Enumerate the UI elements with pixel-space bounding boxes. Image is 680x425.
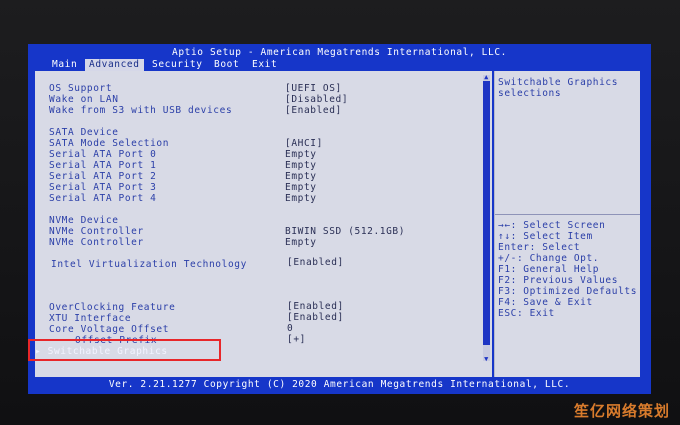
key-hint-enter: Enter: Select (498, 242, 581, 253)
setting-value-nvme-controller-1: BIWIN SSD (512.1GB) (285, 226, 406, 237)
setting-label-sata-port-0: Serial ATA Port 0 (49, 149, 157, 160)
help-panel: Switchable Graphics selections →←: Selec… (494, 71, 640, 377)
tab-boot[interactable]: Boot (210, 59, 243, 71)
tab-main[interactable]: Main (48, 59, 81, 71)
section-header-sata-device: SATA Device (49, 127, 119, 138)
help-description-line-2: selections (498, 88, 562, 99)
setting-value-nvme-controller-2: Empty (285, 237, 317, 248)
setting-value-intel-virtualization[interactable]: [Enabled] (287, 257, 344, 268)
setting-label-sata-port-1: Serial ATA Port 1 (49, 160, 157, 171)
scroll-down-arrow-icon[interactable]: ▼ (481, 355, 492, 364)
setting-value-os-support[interactable]: [UEFI OS] (285, 83, 342, 94)
tab-security[interactable]: Security (148, 59, 207, 71)
setting-value-sata-port-1: Empty (285, 160, 317, 171)
help-description-line-1: Switchable Graphics (498, 77, 619, 88)
key-hint-change-opt: +/-: Change Opt. (498, 253, 600, 264)
setting-value-wake-on-lan[interactable]: [Disabled] (285, 94, 348, 105)
key-hint-general-help: F1: General Help (498, 264, 600, 275)
setting-value-sata-port-3: Empty (285, 182, 317, 193)
setting-label-nvme-controller-1: NVMe Controller (49, 226, 144, 237)
setting-label-xtu-interface[interactable]: XTU Interface (49, 313, 131, 324)
setting-value-xtu-interface[interactable]: [Enabled] (287, 312, 344, 323)
setting-label-overclocking[interactable]: OverClocking Feature (49, 302, 175, 313)
tab-exit[interactable]: Exit (248, 59, 281, 71)
setting-value-sata-port-2: Empty (285, 171, 317, 182)
watermark-logo: 笙亿网络策划 (573, 402, 670, 420)
key-hint-select-item: ↑↓: Select Item (498, 231, 593, 242)
help-divider (495, 214, 640, 215)
setting-label-intel-virtualization[interactable]: Intel Virtualization Technology (51, 259, 247, 270)
setting-label-os-support[interactable]: OS Support (49, 83, 112, 94)
scrollbar-thumb[interactable] (483, 81, 490, 345)
setting-value-sata-port-4: Empty (285, 193, 317, 204)
setting-value-sata-port-0: Empty (285, 149, 317, 160)
bios-footer: Ver. 2.21.1277 Copyright (C) 2020 Americ… (108, 379, 571, 390)
setting-value-sata-mode[interactable]: [AHCI] (285, 138, 323, 149)
key-hint-select-screen: →←: Select Screen (498, 220, 606, 231)
setting-label-nvme-controller-2: NVMe Controller (49, 237, 144, 248)
setting-label-wake-on-lan[interactable]: Wake on LAN (49, 94, 119, 105)
tab-advanced[interactable]: Advanced (85, 59, 144, 71)
key-hint-previous-values: F2: Previous Values (498, 275, 619, 286)
setting-value-wake-from-s3[interactable]: [Enabled] (285, 105, 342, 116)
key-hint-save-exit: F4: Save & Exit (498, 297, 593, 308)
setting-value-core-voltage-offset[interactable]: 0 (287, 323, 293, 334)
bios-title: Aptio Setup - American Megatrends Intern… (172, 47, 507, 58)
setting-value-offset-prefix[interactable]: [+] (287, 334, 306, 345)
selection-highlight-box (28, 339, 221, 361)
setting-label-sata-port-2: Serial ATA Port 2 (49, 171, 157, 182)
bios-screen: Aptio Setup - American Megatrends Intern… (28, 44, 651, 394)
setting-label-sata-mode[interactable]: SATA Mode Selection (49, 138, 169, 149)
key-hint-esc-exit: ESC: Exit (498, 308, 555, 319)
setting-label-wake-from-s3[interactable]: Wake from S3 with USB devices (49, 105, 232, 116)
setting-label-sata-port-4: Serial ATA Port 4 (49, 193, 157, 204)
key-hint-optimized-defaults: F3: Optimized Defaults (498, 286, 638, 297)
scroll-up-arrow-icon[interactable]: ▲ (481, 73, 492, 82)
setting-label-core-voltage-offset[interactable]: Core Voltage Offset (49, 324, 169, 335)
settings-panel: OS Support [UEFI OS] Wake on LAN [Disabl… (28, 71, 492, 377)
setting-value-overclocking[interactable]: [Enabled] (287, 301, 344, 312)
setting-label-sata-port-3: Serial ATA Port 3 (49, 182, 157, 193)
section-header-nvme-device: NVMe Device (49, 215, 119, 226)
